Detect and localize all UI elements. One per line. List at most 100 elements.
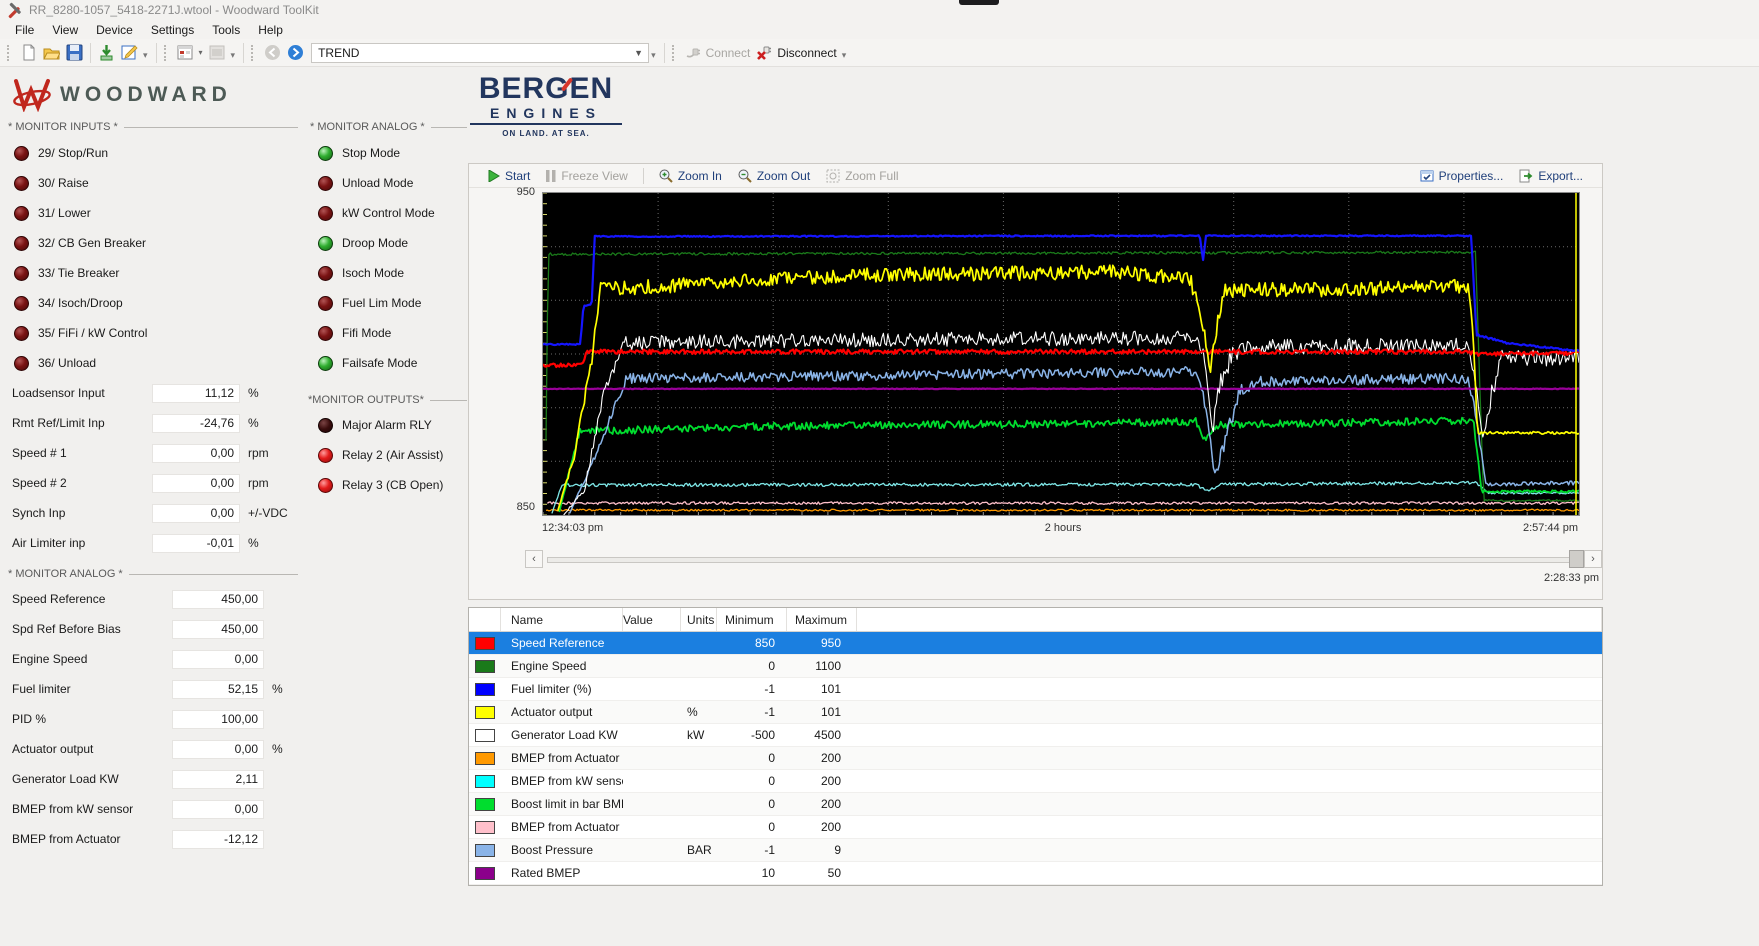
field-value[interactable]: -24,76 — [152, 414, 240, 433]
table-row-speed-reference[interactable]: Speed Reference850950 — [469, 632, 1602, 655]
save-button[interactable] — [63, 42, 86, 63]
field-value[interactable]: 11,12 — [152, 384, 240, 403]
program-device-icon — [98, 44, 115, 61]
column-header-maximum[interactable]: Maximum — [787, 608, 857, 631]
menu-view[interactable]: View — [43, 22, 87, 38]
field-label: Generator Load KW — [12, 772, 172, 786]
new-file-button[interactable] — [17, 42, 40, 63]
cell-max: 200 — [787, 797, 857, 811]
field-value[interactable]: 450,00 — [172, 590, 264, 609]
table-row-bmep-from-actuator[interactable]: BMEP from Actuator0200 — [469, 816, 1602, 839]
cell-min: -1 — [717, 682, 787, 696]
navigate-forward-button[interactable] — [284, 42, 307, 63]
led-label: 33/ Tie Breaker — [38, 266, 119, 280]
table-row-generator-load-kw[interactable]: Generator Load KWkW-5004500 — [469, 724, 1602, 747]
toolbar-overflow-icon[interactable]: ▾ — [842, 50, 847, 61]
field-unit: % — [248, 536, 259, 550]
trend-scrollbar[interactable]: ‹ › — [525, 550, 1602, 568]
settings-editor-button[interactable] — [118, 42, 141, 63]
page-selector-combo[interactable]: TREND ▼ — [311, 43, 649, 63]
mode-panel-title: * MONITOR ANALOG * — [310, 121, 425, 133]
led-label: Fifi Mode — [342, 326, 391, 340]
menu-tools[interactable]: Tools — [203, 22, 249, 38]
field-value[interactable]: 0,00 — [152, 504, 240, 523]
field-value[interactable]: 100,00 — [172, 710, 264, 729]
field-value[interactable]: -0,01 — [152, 534, 240, 553]
monitor-analog-field-list: Speed Reference450,00Spd Ref Before Bias… — [0, 584, 310, 854]
toolbar-overflow-icon[interactable]: ▾ — [143, 50, 148, 61]
mode-fifi-mode: Fifi Mode — [318, 318, 468, 348]
scrollbar-left-arrow[interactable]: ‹ — [525, 550, 543, 568]
scrollbar-track[interactable] — [547, 557, 1580, 563]
column-header-value[interactable]: Value — [623, 608, 681, 631]
series-color-swatch — [475, 683, 495, 696]
navigate-back-button[interactable] — [261, 42, 284, 63]
datalog-button[interactable]: ▾ — [174, 42, 206, 63]
new-file-icon — [20, 44, 37, 61]
program-device-button[interactable] — [95, 42, 118, 63]
field-value[interactable]: 0,00 — [152, 444, 240, 463]
scrollbar-thumb[interactable] — [1569, 550, 1584, 568]
mode-droop-mode: Droop Mode — [318, 228, 468, 258]
trend-zoom-in-button[interactable]: Zoom In — [652, 167, 729, 185]
column-header-minimum[interactable]: Minimum — [717, 608, 787, 631]
field-label: PID % — [12, 712, 172, 726]
toolbar-overflow-icon[interactable]: ▾ — [651, 50, 656, 61]
trend-plot[interactable] — [542, 192, 1580, 516]
table-row-rated-bmep[interactable]: Rated BMEP1050 — [469, 862, 1602, 885]
menu-file[interactable]: File — [6, 22, 43, 38]
table-row-bmep-from-kw-sensor[interactable]: BMEP from kW sensor0200 — [469, 770, 1602, 793]
led-label: 32/ CB Gen Breaker — [38, 236, 146, 250]
led-label: Failsafe Mode — [342, 356, 417, 370]
field-value[interactable]: 450,00 — [172, 620, 264, 639]
zoom-full-label: Zoom Full — [845, 169, 898, 183]
header-rule — [129, 574, 298, 575]
snapshot-button[interactable] — [206, 42, 229, 63]
field-value[interactable]: -12,12 — [172, 830, 264, 849]
table-row-actuator-output[interactable]: Actuator output%-1101 — [469, 701, 1602, 724]
field-value[interactable]: 0,00 — [172, 800, 264, 819]
table-row-boost-pressure[interactable]: Boost PressureBAR-19 — [469, 839, 1602, 862]
scrollbar-right-arrow[interactable]: › — [1584, 550, 1602, 568]
field-value[interactable]: 2,11 — [172, 770, 264, 789]
open-file-button[interactable] — [40, 42, 63, 63]
cell-min: 850 — [717, 636, 787, 650]
series-color-swatch — [475, 844, 495, 857]
cell-name: Fuel limiter (%) — [501, 682, 623, 696]
table-row-boost-limit-in-bar-bmep[interactable]: Boost limit in bar BMEP0200 — [469, 793, 1602, 816]
table-row-fuel-limiter[interactable]: Fuel limiter (%)-1101 — [469, 678, 1602, 701]
field-value[interactable]: 0,00 — [172, 740, 264, 759]
led-indicator — [318, 176, 333, 191]
field-value[interactable]: 0,00 — [152, 474, 240, 493]
column-header-name[interactable]: Name — [501, 608, 623, 631]
cell-max: 200 — [787, 774, 857, 788]
table-row-bmep-from-actuator[interactable]: BMEP from Actuator0200 — [469, 747, 1602, 770]
trend-properties-button[interactable]: Properties... — [1413, 167, 1511, 185]
led-indicator — [14, 326, 29, 341]
series-color-swatch — [475, 821, 495, 834]
field-speed-2: Speed # 20,00rpm — [0, 468, 310, 498]
led-indicator — [318, 326, 333, 341]
combo-dropdown-arrow[interactable]: ▼ — [629, 48, 648, 58]
column-header-units[interactable]: Units — [681, 608, 717, 631]
menu-help[interactable]: Help — [249, 22, 292, 38]
toolbar-separator — [90, 43, 91, 63]
disconnect-button[interactable]: Disconnect — [753, 42, 839, 63]
trend-zoom-out-button[interactable]: Zoom Out — [731, 167, 817, 185]
trend-freeze-button[interactable]: Freeze View — [539, 167, 634, 185]
datalog-dropdown-arrow[interactable]: ▾ — [199, 48, 203, 57]
menu-device[interactable]: Device — [87, 22, 142, 38]
cell-min: 0 — [717, 659, 787, 673]
led-indicator — [318, 356, 333, 371]
table-row-engine-speed[interactable]: Engine Speed01100 — [469, 655, 1602, 678]
trend-export-button[interactable]: Export... — [1512, 167, 1590, 185]
trend-start-button[interactable]: Start — [481, 167, 537, 185]
field-value[interactable]: 0,00 — [172, 650, 264, 669]
connect-button[interactable]: Connect — [682, 42, 754, 63]
trend-zoom-full-button[interactable]: Zoom Full — [819, 167, 905, 185]
mode-kw-control-mode: kW Control Mode — [318, 198, 468, 228]
series-color-swatch — [475, 798, 495, 811]
menu-settings[interactable]: Settings — [142, 22, 203, 38]
toolbar-overflow-icon[interactable]: ▾ — [231, 50, 236, 61]
field-value[interactable]: 52,15 — [172, 680, 264, 699]
